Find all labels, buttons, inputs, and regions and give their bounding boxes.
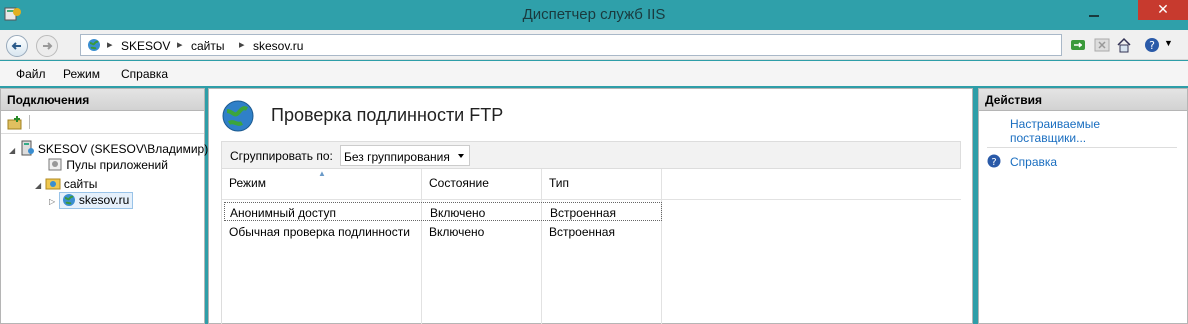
column-divider: [541, 169, 542, 324]
server-icon: [21, 140, 34, 156]
connections-header: Подключения: [1, 89, 204, 111]
title-bar: Диспетчер служб IIS ✕: [0, 0, 1188, 30]
menu-file[interactable]: Файл: [16, 67, 46, 81]
feature-panel: Проверка подлинности FTP Сгруппировать п…: [208, 88, 973, 324]
globe-icon: [62, 194, 75, 206]
close-button[interactable]: ✕: [1138, 0, 1188, 20]
custom-providers-line2: поставщики...: [1010, 131, 1087, 145]
menu-help[interactable]: Справка: [121, 67, 168, 81]
forward-button[interactable]: [36, 35, 58, 57]
actions-divider: [987, 147, 1177, 148]
chevron-down-icon: [458, 154, 464, 158]
tree-expanded-icon: ◢: [35, 181, 42, 190]
cell-state: Включено: [430, 206, 486, 220]
breadcrumb-sites[interactable]: сайты: [191, 39, 225, 53]
connections-panel: Подключения ◢ SKESOV (SKESOV\Владимир) П…: [0, 88, 208, 324]
app-pools-icon: [48, 158, 62, 171]
custom-providers-line1: Настраиваемые: [1010, 117, 1101, 131]
actions-panel: Действия Настраиваемые поставщики... ? С…: [978, 88, 1188, 324]
column-header-mode[interactable]: Режим: [229, 176, 266, 190]
menu-view[interactable]: Режим: [63, 67, 100, 81]
cell-type: Встроенная: [550, 206, 616, 220]
tree-server-label: SKESOV (SKESOV\Владимир): [37, 142, 209, 156]
svg-text:?: ?: [1149, 39, 1155, 52]
column-header-state[interactable]: Состояние: [429, 176, 489, 190]
back-button[interactable]: [6, 35, 28, 57]
ftp-auth-globe-icon: [222, 100, 254, 132]
group-by-select[interactable]: Без группирования: [340, 145, 470, 166]
cell-mode: Анонимный доступ: [230, 206, 336, 220]
add-connection-icon[interactable]: [7, 115, 23, 131]
cell-mode: Обычная проверка подлинности: [229, 225, 410, 239]
breadcrumb-separator: ▸: [177, 39, 183, 51]
breadcrumb-separator: ▸: [107, 39, 113, 51]
refresh-icon[interactable]: [1070, 37, 1086, 53]
chevron-down-icon[interactable]: ▼: [1164, 38, 1173, 48]
toolbar-divider: [29, 115, 30, 129]
actions-header: Действия: [979, 89, 1187, 111]
arrow-left-icon: [11, 42, 21, 50]
breadcrumb-server[interactable]: SKESOV: [121, 39, 170, 53]
auth-table: ▲ Режим Состояние Тип Анонимный доступ В…: [221, 169, 961, 324]
navigation-bar: ▸ SKESOV ▸ сайты ▸ skesov.ru ? ▼: [0, 30, 1188, 60]
globe-icon: [88, 39, 100, 51]
cell-state: Включено: [429, 225, 485, 239]
table-row[interactable]: Обычная проверка подлинности Включено Вс…: [224, 222, 662, 241]
group-by-bar: Сгруппировать по: Без группирования: [221, 141, 961, 169]
window-title: Диспетчер служб IIS: [522, 6, 666, 23]
group-by-value: Без группирования: [344, 150, 450, 164]
menu-bar: Файл Режим Справка: [0, 61, 1188, 86]
sites-folder-icon: [45, 178, 60, 190]
tree-site-selected: skesov.ru: [58, 192, 134, 209]
stop-icon[interactable]: [1094, 37, 1110, 53]
column-divider: [661, 169, 662, 324]
home-icon[interactable]: [1116, 37, 1132, 53]
address-bar[interactable]: ▸ SKESOV ▸ сайты ▸ skesov.ru: [80, 34, 1062, 56]
svg-text:?: ?: [991, 157, 996, 168]
sort-ascending-icon: ▲: [318, 169, 326, 178]
minimize-button[interactable]: [1082, 3, 1106, 23]
tree-expanded-icon: ◢: [9, 146, 16, 155]
page-title: Проверка подлинности FTP: [271, 105, 504, 125]
help-link[interactable]: Справка: [1010, 155, 1057, 169]
breadcrumb-site[interactable]: skesov.ru: [253, 39, 303, 53]
group-by-label: Сгруппировать по:: [230, 149, 333, 163]
watermark: Skesov.ru: [1068, 294, 1174, 319]
tree-sites-label: сайты: [63, 177, 98, 191]
tree-app-pools-label: Пулы приложений: [66, 158, 168, 172]
tree-site[interactable]: ▷ skesov.ru: [49, 192, 134, 209]
help-icon: ?: [987, 154, 1001, 168]
column-header-type[interactable]: Тип: [549, 176, 569, 190]
breadcrumb-separator: ▸: [239, 39, 245, 51]
tree-app-pools[interactable]: Пулы приложений: [47, 156, 168, 172]
tree-collapsed-icon: ▷: [49, 197, 56, 206]
cell-type: Встроенная: [549, 225, 615, 239]
help-icon[interactable]: ?: [1144, 37, 1160, 53]
connections-toolbar: [1, 112, 204, 134]
close-icon: ✕: [1157, 1, 1169, 17]
header-divider: [222, 199, 961, 200]
tree-sites[interactable]: ◢ сайты: [35, 175, 97, 191]
column-divider: [421, 169, 422, 324]
custom-providers-link[interactable]: Настраиваемые поставщики...: [1010, 117, 1100, 145]
table-row[interactable]: Анонимный доступ Включено Встроенная: [224, 202, 662, 221]
arrow-right-icon: [43, 42, 53, 50]
tree-server[interactable]: ◢ SKESOV (SKESOV\Владимир): [9, 140, 208, 156]
tree-site-label: skesov.ru: [78, 193, 130, 207]
